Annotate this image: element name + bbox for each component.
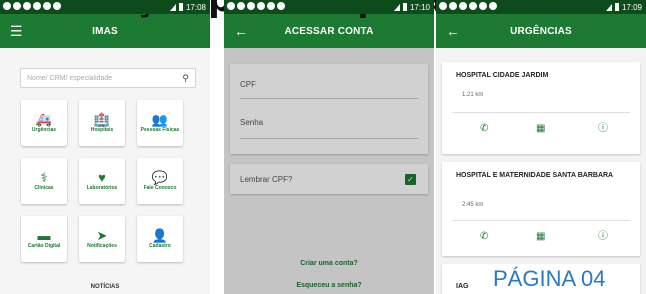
- search-placeholder: Nome/ CRM/ especialidade: [27, 74, 113, 82]
- ambulance-icon: 🚑: [35, 111, 53, 127]
- back-arrow-icon[interactable]: ←: [446, 24, 460, 38]
- forgot-password-link[interactable]: Esqueceu a senha?: [224, 282, 434, 289]
- status-bar: 17:09: [436, 0, 646, 14]
- battery-icon: [178, 3, 183, 11]
- tile-urg-ncias[interactable]: 🚑 Urgências: [21, 100, 67, 146]
- tile-laboratórios[interactable]: ♥ Laboratórios: [79, 158, 125, 204]
- doctor-icon: ⚕: [40, 169, 48, 185]
- tile-notificações[interactable]: ➤ Notificações: [79, 216, 125, 262]
- tile-label: Clínicas: [34, 184, 54, 191]
- tile-label: Cadastro: [149, 242, 171, 249]
- menu-grid: 🚑 Urgências 🏥 Hospitais 👥 Pessoas Físicas ⚕ Clí…: [21, 100, 210, 262]
- status-time: 17:08: [185, 2, 206, 12]
- hospital-distance: 2.45 km: [462, 202, 484, 208]
- cpf-field[interactable]: [240, 98, 418, 99]
- hospital-card[interactable]: HOSPITAL E MATERNIDADE SANTA BARBARA 2.4…: [442, 162, 640, 256]
- phone-icon[interactable]: ✆: [480, 232, 488, 242]
- status-time: 17:09: [621, 2, 642, 12]
- tile-cartão-digital[interactable]: ▬ Cartão Digital: [21, 216, 67, 262]
- card-icon: ▬: [37, 227, 51, 243]
- info-icon[interactable]: ⓘ: [598, 232, 608, 242]
- hospital-name: HOSPITAL E MATERNIDADE SANTA BARBARA: [456, 172, 614, 179]
- phone-home: 17:08 ☰ IMAS Nome/ CRM/ especialidade ⚲ …: [0, 0, 210, 294]
- map-icon[interactable]: ▦: [536, 124, 545, 134]
- people-icon: 👥: [151, 111, 169, 127]
- login-form-card: CPF Senha: [230, 64, 428, 154]
- map-icon[interactable]: ▦: [536, 232, 545, 242]
- remember-card: Lembrar CPF? ✓: [230, 164, 428, 194]
- status-time: 17:10: [409, 2, 430, 12]
- signal-icon: [393, 3, 400, 11]
- tile-pessoas-físicas[interactable]: 👥 Pessoas Físicas: [137, 100, 183, 146]
- phone-urgencias: 17:09 ← URGÊNCIAS HOSPITAL CIDADE JARDIM…: [436, 0, 646, 294]
- tile-cadastro[interactable]: 👤 Cadastro: [137, 216, 183, 262]
- info-icon[interactable]: ⓘ: [598, 124, 608, 134]
- screenshot-canvas: ção para o aplicativo 17:08 ☰ IMAS Nome/…: [0, 0, 646, 294]
- tile-label: Laboratórios: [86, 184, 118, 191]
- tile-label: Notificações: [87, 242, 117, 249]
- create-account-link[interactable]: Criar uma conta?: [224, 260, 434, 267]
- signal-icon: [605, 3, 612, 11]
- status-bar: 17:10: [224, 0, 434, 14]
- tile-label: Urgências: [31, 126, 57, 133]
- senha-field[interactable]: [240, 138, 418, 139]
- hospital-name: IAG: [456, 283, 469, 290]
- phone-login: 17:10 ← ACESSAR CONTA CPF Senha Lembrar …: [224, 0, 434, 294]
- tile-hospitais[interactable]: 🏥 Hospitais: [79, 100, 125, 146]
- user-icon: 👤: [151, 227, 169, 243]
- tile-label: Pessoas Físicas: [140, 126, 180, 133]
- search-input[interactable]: Nome/ CRM/ especialidade ⚲: [20, 68, 196, 88]
- hospital-distance: 1.21 km: [462, 92, 484, 98]
- hospital-icon: 🏥: [93, 111, 111, 127]
- menu-icon[interactable]: ☰: [10, 24, 23, 38]
- senha-field-label: Senha: [240, 118, 264, 127]
- phone-icon[interactable]: ✆: [480, 124, 488, 134]
- search-icon[interactable]: ⚲: [182, 73, 189, 84]
- hospital-card[interactable]: HOSPITAL CIDADE JARDIM 1.21 km ✆ ▦ ⓘ: [442, 62, 640, 154]
- send-icon: ➤: [96, 227, 108, 243]
- back-arrow-icon[interactable]: ←: [234, 24, 248, 38]
- battery-icon: [614, 3, 619, 11]
- signal-icon: [169, 3, 176, 11]
- heartbeat-icon: ♥: [98, 169, 106, 185]
- status-bar: 17:08: [0, 0, 210, 14]
- hospital-name: HOSPITAL CIDADE JARDIM: [456, 72, 549, 79]
- tile-label: Fale Conosco: [143, 184, 177, 191]
- remember-label: Lembrar CPF?: [240, 175, 293, 184]
- chat-icon: 💬: [151, 169, 169, 185]
- battery-icon: [402, 3, 407, 11]
- app-title: URGÊNCIAS: [510, 25, 572, 37]
- remember-checkbox[interactable]: ✓: [405, 174, 416, 185]
- app-title: IMAS: [92, 25, 118, 37]
- app-title: ACESSAR CONTA: [284, 25, 374, 37]
- tile-clínicas[interactable]: ⚕ Clínicas: [21, 158, 67, 204]
- tile-fale-conosco[interactable]: 💬 Fale Conosco: [137, 158, 183, 204]
- page-tag: PÁGINA 04: [493, 266, 606, 291]
- tile-label: Hospitais: [90, 126, 114, 133]
- news-label: NOTÍCIAS: [90, 284, 120, 290]
- cpf-field-label: CPF: [240, 80, 256, 89]
- tile-label: Cartão Digital: [27, 242, 61, 249]
